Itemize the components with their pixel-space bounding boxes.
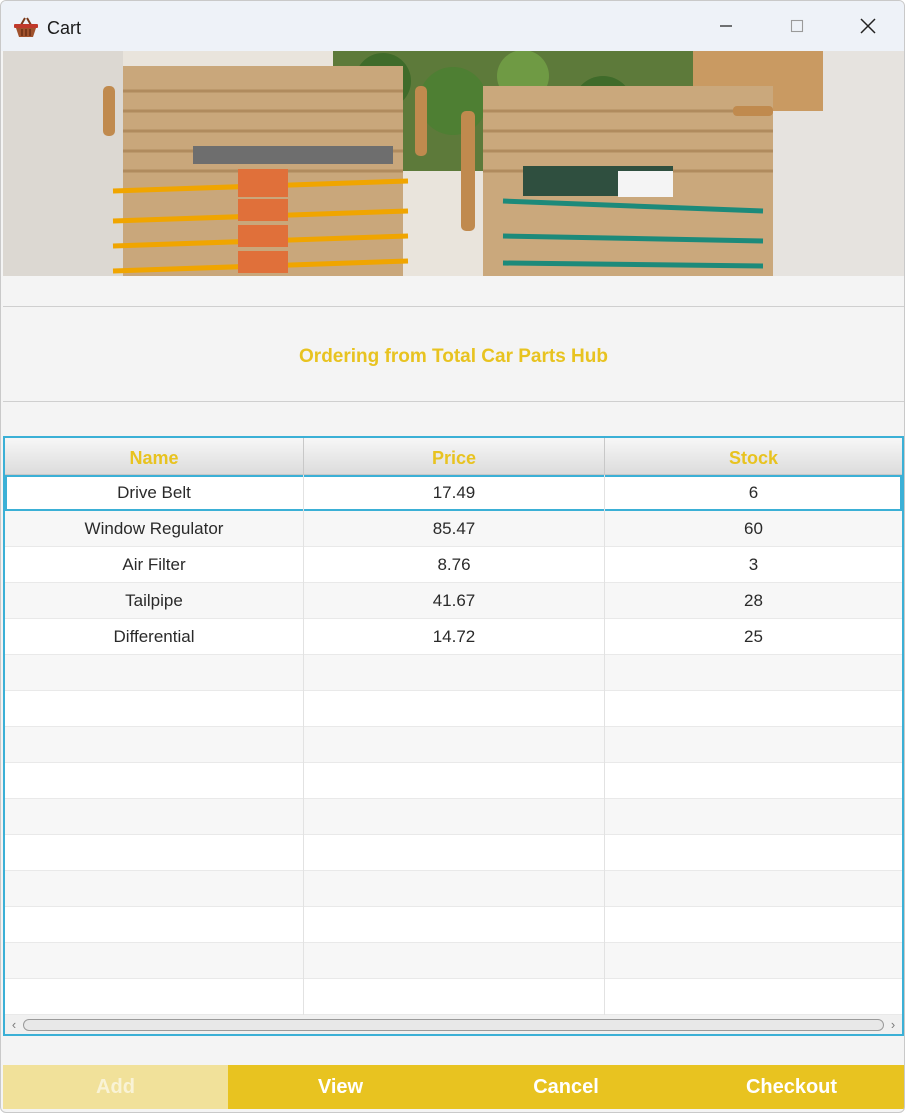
table-cell-name: Drive Belt <box>5 475 304 511</box>
cancel-button[interactable]: Cancel <box>453 1065 679 1109</box>
table-cell-price <box>304 763 605 799</box>
checkout-button[interactable]: Checkout <box>679 1065 904 1109</box>
table-cell-name <box>5 835 304 871</box>
table-cell-stock: 6 <box>748 483 759 502</box>
title-bar: Cart <box>1 1 904 51</box>
store-title: Ordering from Total Car Parts Hub <box>299 346 608 367</box>
table-row[interactable]: Window Regulator 85.47 60 <box>5 511 902 547</box>
table-cell-name <box>5 655 304 691</box>
view-button[interactable]: View <box>228 1065 453 1109</box>
empty-table-row[interactable] <box>5 835 902 871</box>
table-cell-price <box>304 799 605 835</box>
table-cell-price <box>304 655 605 691</box>
maximize-icon <box>790 19 804 33</box>
table-cell-stock: 60 <box>744 519 763 538</box>
table-cell-price <box>304 907 605 943</box>
table-cell-name: Air Filter <box>5 547 304 583</box>
scroll-left-icon[interactable]: ‹ <box>6 1016 22 1033</box>
table-cell-name <box>5 799 304 835</box>
scrollbar-thumb[interactable] <box>23 1019 884 1031</box>
table-cell-name <box>5 727 304 763</box>
table-cell-price <box>304 727 605 763</box>
empty-table-row[interactable] <box>5 907 902 943</box>
column-header-stock[interactable]: Stock <box>605 438 902 475</box>
table-row[interactable]: Drive Belt 17.49 6 <box>5 475 902 511</box>
table-cell-name <box>5 691 304 727</box>
add-button[interactable]: Add <box>3 1065 228 1109</box>
table-cell-stock <box>605 799 902 835</box>
table-row[interactable]: Tailpipe 41.67 28 <box>5 583 902 619</box>
table-cell-name <box>5 943 304 979</box>
column-header-name[interactable]: Name <box>5 438 304 475</box>
store-header: Ordering from Total Car Parts Hub <box>3 306 904 402</box>
table-cell-stock: 28 <box>744 591 763 610</box>
table-cell-name: Tailpipe <box>5 583 304 619</box>
table-cell-price <box>304 943 605 979</box>
column-header-price[interactable]: Price <box>304 438 605 475</box>
minimize-button[interactable] <box>691 1 761 51</box>
empty-table-row[interactable] <box>5 979 902 1015</box>
table-cell-name: Window Regulator <box>5 511 304 547</box>
table-cell-price: 8.76 <box>304 547 605 583</box>
parts-table[interactable]: Name Price Stock Drive Belt 17.49 6 Window … <box>3 436 904 1036</box>
table-cell-stock <box>605 763 902 799</box>
table-cell-price <box>304 979 605 1015</box>
table-body: Drive Belt 17.49 6 Window Regulator 85.47 60 A… <box>5 475 902 1015</box>
close-button[interactable] <box>833 1 903 51</box>
empty-table-row[interactable] <box>5 655 902 691</box>
horizontal-scrollbar[interactable]: ‹ › <box>5 1015 902 1034</box>
table-cell-price: 41.67 <box>304 583 605 619</box>
window-title: Cart <box>47 18 82 38</box>
empty-table-row[interactable] <box>5 727 902 763</box>
table-cell-stock: 3 <box>748 555 759 574</box>
table-cell-price <box>304 871 605 907</box>
table-cell-stock <box>605 835 902 871</box>
table-row[interactable]: Differential 14.72 25 <box>5 619 902 655</box>
table-cell-price: 17.49 <box>304 475 605 511</box>
table-cell-stock: 25 <box>744 627 763 646</box>
action-bar: Add View Cancel Checkout <box>3 1065 904 1109</box>
minimize-icon <box>720 25 732 27</box>
table-cell-price: 85.47 <box>304 511 605 547</box>
cart-window: Cart Ordering from Total Car Parts Hub N… <box>0 0 905 1113</box>
table-header: Name Price Stock <box>5 438 902 475</box>
table-cell-name <box>5 871 304 907</box>
table-cell-stock <box>605 655 902 691</box>
table-cell-name <box>5 907 304 943</box>
table-cell-price <box>304 691 605 727</box>
table-cell-stock <box>605 871 902 907</box>
table-cell-stock <box>605 907 902 943</box>
empty-table-row[interactable] <box>5 799 902 835</box>
shopping-baskets-photo <box>3 51 904 276</box>
table-cell-stock <box>605 691 902 727</box>
scroll-right-icon[interactable]: › <box>885 1016 901 1033</box>
banner-image <box>3 51 904 276</box>
table-cell-stock <box>605 979 902 1015</box>
table-cell-name: Differential <box>5 619 304 655</box>
table-cell-price <box>304 835 605 871</box>
table-row[interactable]: Air Filter 8.76 3 <box>5 547 902 583</box>
table-cell-name <box>5 979 304 1015</box>
close-icon <box>860 18 876 34</box>
empty-table-row[interactable] <box>5 763 902 799</box>
empty-table-row[interactable] <box>5 691 902 727</box>
empty-table-row[interactable] <box>5 943 902 979</box>
table-cell-stock <box>605 943 902 979</box>
table-cell-stock <box>605 727 902 763</box>
empty-table-row[interactable] <box>5 871 902 907</box>
basket-icon <box>14 17 38 37</box>
table-cell-price: 14.72 <box>304 619 605 655</box>
table-cell-name <box>5 763 304 799</box>
maximize-button[interactable] <box>762 1 832 51</box>
